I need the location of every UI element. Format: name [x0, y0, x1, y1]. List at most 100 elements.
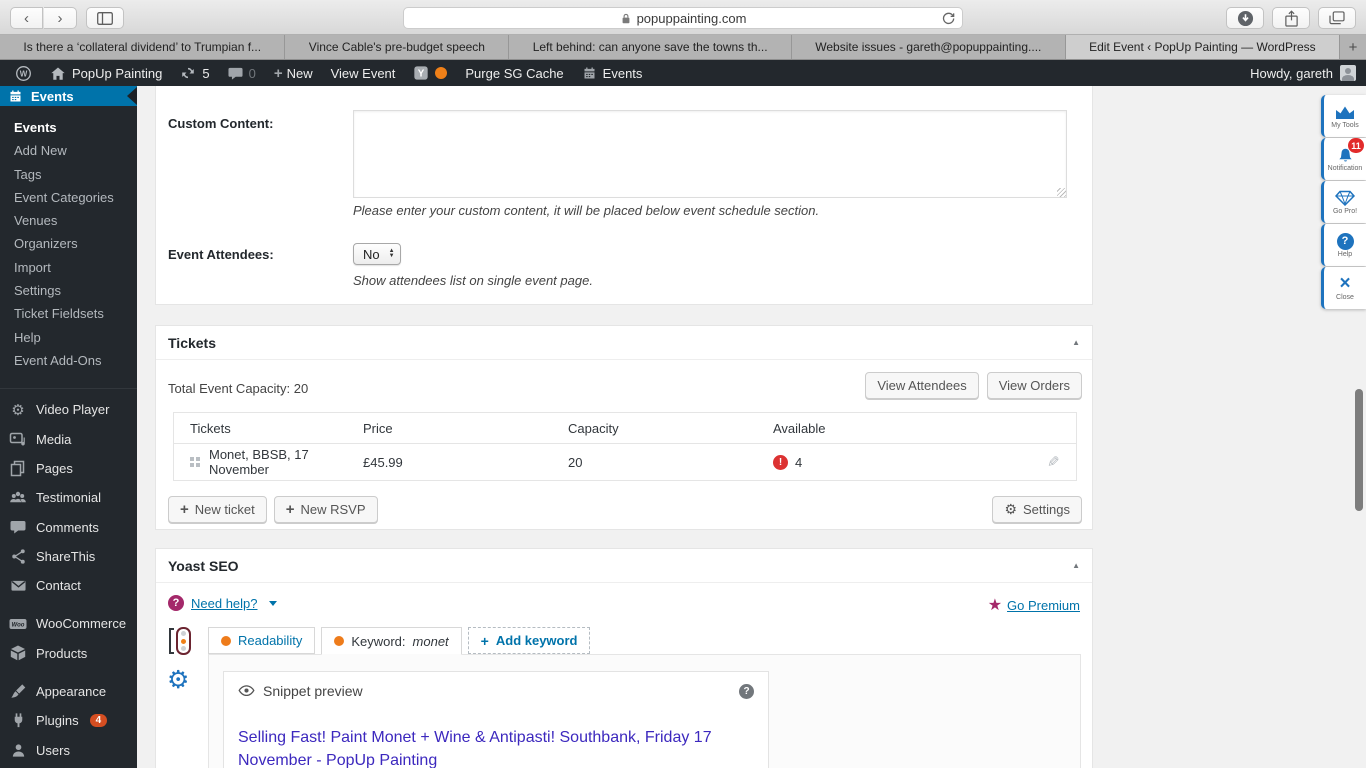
tab-5-active[interactable]: Edit Event ‹ PopUp Painting — WordPress: [1065, 35, 1341, 59]
view-orders-button[interactable]: View Orders: [986, 372, 1082, 399]
tab-add-keyword[interactable]: + Add keyword: [467, 627, 591, 654]
crown-icon: [1334, 103, 1356, 121]
yoast-panel-header[interactable]: Yoast SEO ▲: [156, 549, 1092, 583]
submenu-settings[interactable]: Settings: [14, 279, 137, 302]
safari-window: ‹ › popuppainting.com Is there a ‘collat…: [0, 0, 1366, 768]
comments-menu[interactable]: 0: [223, 66, 261, 81]
drag-handle-icon[interactable]: [190, 457, 200, 467]
event-options-panel: Custom Content: Please enter your custom…: [155, 86, 1093, 305]
event-attendees-label: Event Attendees:: [168, 247, 274, 262]
ticket-row: Monet, BBSB, 17 November £45.99 20 ! 4 ✎: [174, 443, 1076, 480]
back-button[interactable]: ‹: [10, 7, 43, 29]
sidebar-item-products[interactable]: Products: [0, 639, 137, 668]
textarea-resize-grip[interactable]: [1057, 188, 1066, 197]
tab-1[interactable]: Is there a ‘collateral dividend’ to Trum…: [0, 35, 286, 59]
yoast-menu[interactable]: Y: [408, 65, 452, 81]
go-pro-button[interactable]: Go Pro!: [1321, 181, 1366, 223]
notification-button[interactable]: Notification 11: [1321, 138, 1366, 180]
site-menu[interactable]: PopUp Painting: [45, 66, 167, 81]
custom-content-label: Custom Content:: [168, 116, 274, 131]
collapse-arrow-icon[interactable]: ▲: [1072, 561, 1080, 570]
custom-content-textarea[interactable]: [353, 110, 1067, 198]
keyword-score-dot: [334, 636, 345, 646]
tickets-table-header-row: Tickets Price Capacity Available: [174, 413, 1076, 443]
need-help-link[interactable]: Need help?: [191, 596, 258, 611]
tab-4[interactable]: Website issues - gareth@popuppainting...…: [791, 35, 1066, 59]
submenu-venues[interactable]: Venues: [14, 209, 137, 232]
submenu-organizers[interactable]: Organizers: [14, 232, 137, 255]
sidebar-item-video-player[interactable]: ⚙ Video Player: [0, 395, 137, 424]
help-icon: ?: [1336, 232, 1354, 250]
new-content-menu[interactable]: + New: [269, 65, 318, 82]
chevron-down-icon[interactable]: [268, 600, 277, 606]
sidebar-item-appearance[interactable]: Appearance: [0, 677, 137, 706]
url-field[interactable]: popuppainting.com: [403, 7, 963, 29]
url-text: popuppainting.com: [636, 10, 747, 26]
collapse-arrow-icon[interactable]: ▲: [1072, 338, 1080, 347]
reload-button[interactable]: [941, 11, 956, 29]
tab-2[interactable]: Vince Cable's pre-budget speech: [285, 35, 510, 59]
new-tab-button[interactable]: +: [1340, 35, 1366, 59]
sidebar-item-events[interactable]: Events: [0, 86, 137, 106]
plus-icon: +: [285, 501, 295, 518]
snippet-help-icon[interactable]: ?: [739, 683, 754, 699]
sidebar-item-testimonial[interactable]: Testimonial: [0, 483, 137, 512]
sidebar-item-contact[interactable]: Contact: [0, 571, 137, 600]
view-event-label: View Event: [330, 65, 396, 81]
toolbar-right-buttons: [1226, 7, 1356, 29]
user-avatar[interactable]: [1340, 65, 1356, 81]
ticket-settings-button[interactable]: ⚙ Settings: [992, 496, 1082, 523]
menu-label: Contact: [36, 578, 81, 594]
events-admin-menu[interactable]: Events: [577, 66, 648, 81]
snippet-title-link[interactable]: Selling Fast! Paint Monet + Wine & Antip…: [238, 726, 748, 768]
scrollbar-thumb[interactable]: [1355, 389, 1363, 511]
menu-label: WooCommerce: [36, 616, 127, 632]
sidebar-item-plugins[interactable]: Plugins 4: [0, 706, 137, 735]
event-attendees-select[interactable]: No ▲ ▼: [353, 243, 401, 265]
submenu-import[interactable]: Import: [14, 256, 137, 279]
howdy-menu[interactable]: Howdy, gareth: [1250, 66, 1333, 81]
tabs-overview-button[interactable]: [1318, 7, 1356, 29]
sidebar-item-sharethis[interactable]: ShareThis: [0, 542, 137, 571]
close-panel-button[interactable]: × Close: [1321, 267, 1366, 309]
forward-button[interactable]: ›: [44, 7, 77, 29]
tab-keyword[interactable]: Keyword: monet: [321, 627, 462, 655]
wp-logo-menu[interactable]: W: [10, 65, 37, 82]
tab-3[interactable]: Left behind: can anyone save the towns t…: [509, 35, 792, 59]
purge-cache-menu[interactable]: Purge SG Cache: [460, 66, 568, 81]
edit-ticket-pencil-icon[interactable]: ✎: [1047, 453, 1060, 471]
submenu-help[interactable]: Help: [14, 326, 137, 349]
reload-icon: [942, 12, 955, 25]
tab-label: Edit Event ‹ PopUp Painting — WordPress: [1089, 40, 1316, 54]
sidebar-item-woocommerce[interactable]: Woo WooCommerce: [0, 609, 137, 638]
view-attendees-button[interactable]: View Attendees: [865, 372, 979, 399]
tab-readability[interactable]: Readability: [208, 627, 316, 654]
submenu-event-categories[interactable]: Event Categories: [14, 186, 137, 209]
wordpress-logo-icon: W: [16, 65, 31, 81]
content-analysis-icon[interactable]: [169, 627, 191, 655]
menu-label: Pages: [36, 461, 73, 476]
tickets-panel-header[interactable]: Tickets ▲: [156, 326, 1092, 360]
sidebar-item-comments[interactable]: Comments: [0, 512, 137, 541]
yoast-logo-icon: Y: [414, 66, 429, 80]
my-tools-button[interactable]: My Tools: [1321, 95, 1366, 137]
new-rsvp-button[interactable]: + New RSVP: [273, 496, 378, 523]
new-ticket-button[interactable]: + New ticket: [168, 496, 267, 523]
view-event-menu[interactable]: View Event: [326, 66, 401, 81]
share-button[interactable]: [1272, 7, 1310, 29]
updates-menu[interactable]: 5: [175, 65, 214, 81]
submenu-events[interactable]: Events: [14, 116, 137, 139]
submenu-ticket-fieldsets[interactable]: Ticket Fieldsets: [14, 302, 137, 325]
submenu-tags[interactable]: Tags: [14, 163, 137, 186]
submenu-add-new[interactable]: Add New: [14, 139, 137, 162]
sidebar-item-users[interactable]: Users: [0, 736, 137, 765]
help-button[interactable]: ? Help: [1321, 224, 1366, 266]
diamond-icon: [1335, 189, 1355, 207]
submenu-event-add-ons[interactable]: Event Add-Ons: [14, 349, 137, 372]
downloads-button[interactable]: [1226, 7, 1264, 29]
yoast-settings-gear-icon[interactable]: ⚙: [167, 665, 189, 695]
sidebar-item-pages[interactable]: Pages: [0, 454, 137, 483]
sidebar-item-media[interactable]: Media: [0, 425, 137, 454]
sidebar-toggle-button[interactable]: [86, 7, 124, 29]
go-premium-link[interactable]: Go Premium: [1007, 598, 1080, 613]
